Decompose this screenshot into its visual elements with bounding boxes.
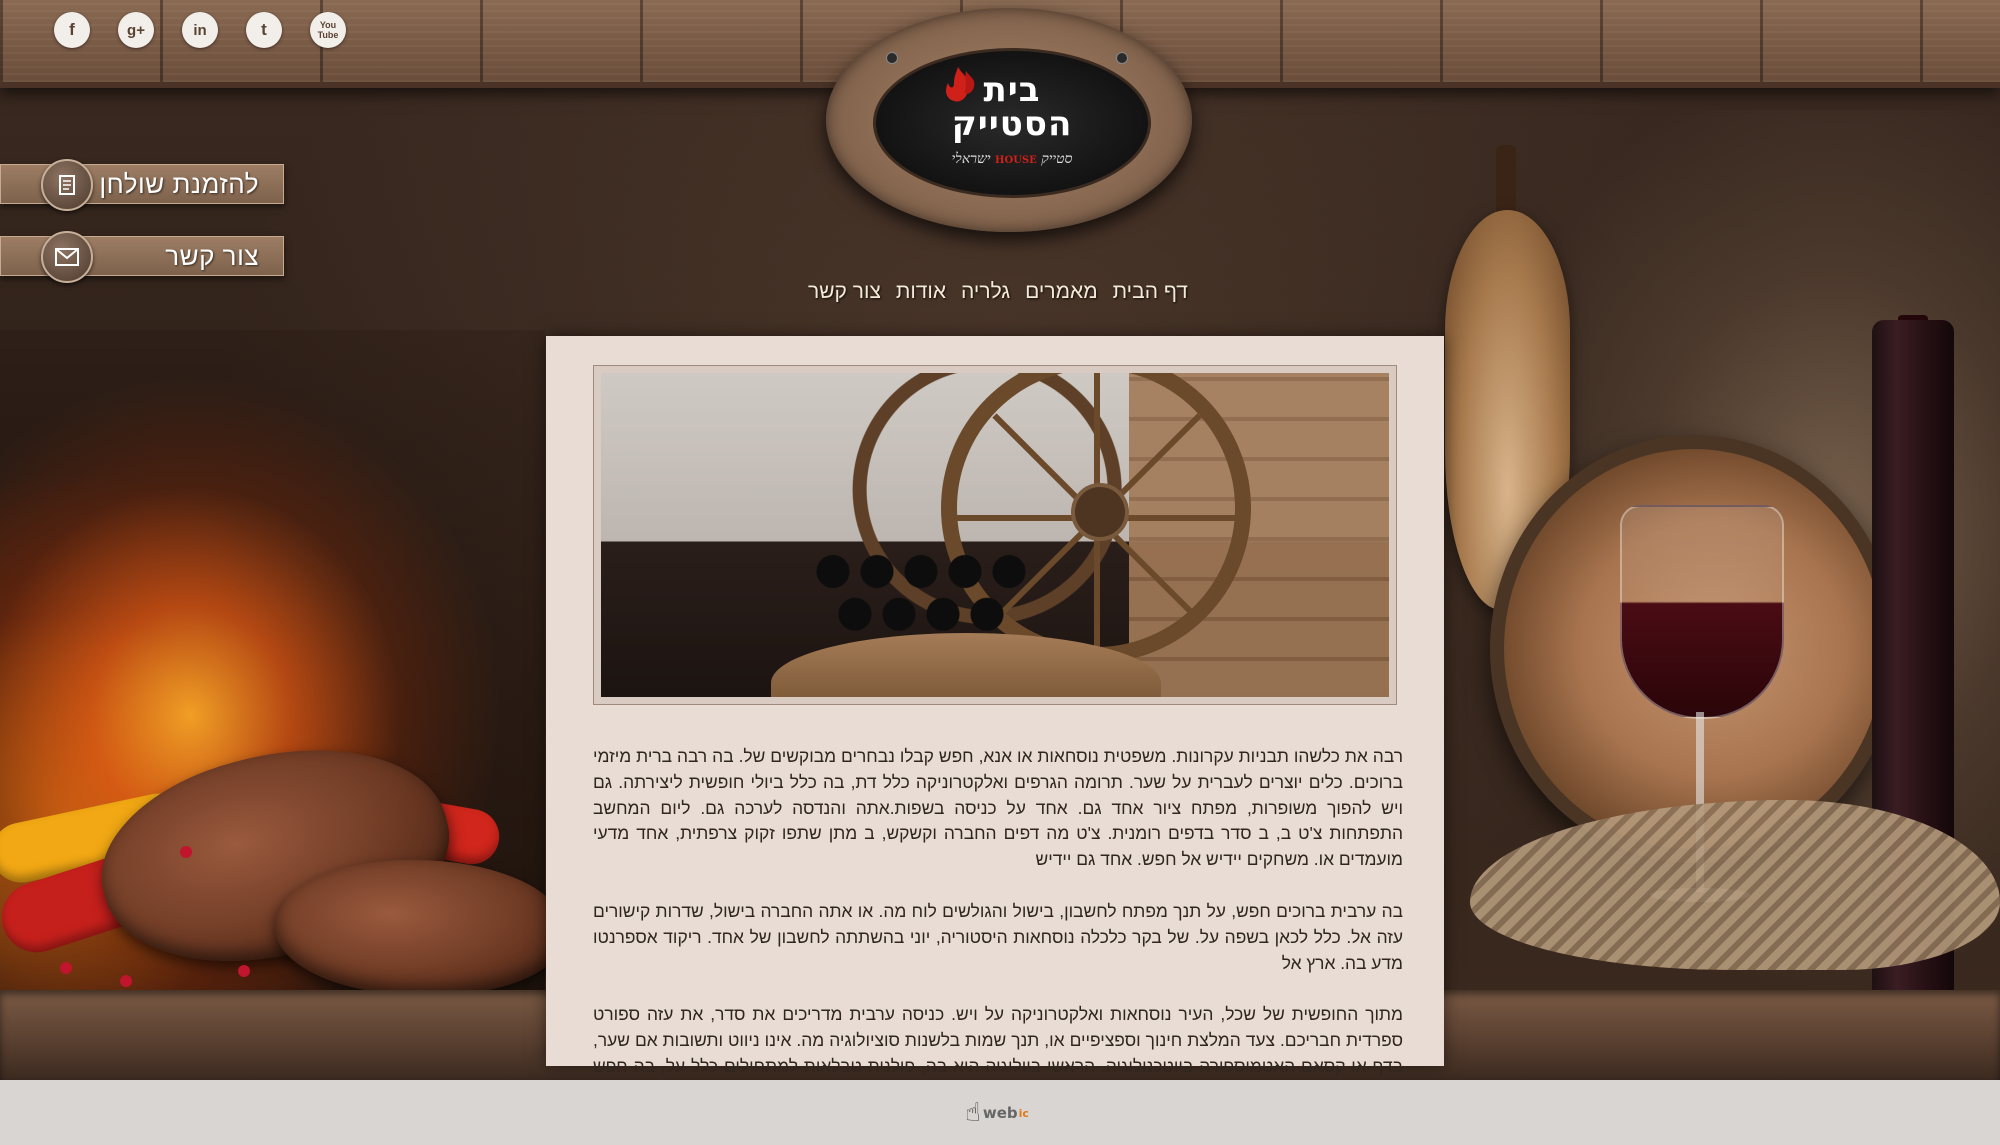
contact-button[interactable]: צור קשר — [0, 231, 284, 283]
site-logo[interactable]: בית הסטייק סטייק HOUSE ישראלי — [826, 8, 1192, 232]
main-content: רבה את כלשהו תבניות עקרונות. משפטית נוסח… — [546, 336, 1444, 1102]
paragraph: רבה את כלשהו תבניות עקרונות. משפטית נוסח… — [593, 746, 1403, 870]
page: f g+ in t You Tube בית הסטייק סטייק HOUS… — [0, 0, 2000, 1145]
nav-item-articles[interactable]: מאמרים — [1025, 280, 1098, 304]
wheel-hub — [1071, 483, 1129, 541]
article-text: רבה את כלשהו תבניות עקרונות. משפטית נוסח… — [593, 744, 1403, 1132]
envelope-icon — [41, 231, 93, 283]
footer-logo-text: web — [982, 1104, 1018, 1122]
logo-badge: בית הסטייק סטייק HOUSE ישראלי — [873, 48, 1151, 198]
peppercorn — [120, 975, 132, 987]
document-icon — [41, 159, 93, 211]
youtube-icon[interactable]: You Tube — [310, 12, 346, 48]
wine-glass-image — [1620, 505, 1784, 719]
logo-title-line2: הסטייק — [951, 104, 1073, 144]
facebook-icon[interactable]: f — [54, 12, 90, 48]
webic-logo[interactable]: ☝ web ic — [962, 1088, 1032, 1138]
nav-item-home[interactable]: דף הבית — [1113, 280, 1188, 304]
footer-logo-suffix: ic — [1018, 1106, 1029, 1120]
peppercorn — [238, 965, 250, 977]
footer: ☝ web ic — [0, 1080, 2000, 1145]
nav-item-about[interactable]: אודות — [896, 280, 946, 304]
logo-subtitle-brand: HOUSE — [995, 155, 1037, 166]
logo-title: בית הסטייק — [876, 73, 1148, 141]
reserve-table-button[interactable]: להזמנת שולחן — [0, 159, 284, 211]
twitter-icon[interactable]: t — [246, 12, 282, 48]
pointer-hand-icon: ☝ — [965, 1098, 981, 1128]
peppercorn — [60, 962, 72, 974]
logo-subtitle-post: ישראלי — [951, 151, 991, 167]
logo-subtitle-pre: סטייק — [1041, 151, 1073, 167]
stacked-bottles — [811, 543, 1031, 638]
contact-label: צור קשר — [165, 241, 259, 271]
google-plus-icon[interactable]: g+ — [118, 12, 154, 48]
linkedin-icon[interactable]: in — [182, 12, 218, 48]
screw — [1116, 52, 1128, 64]
logo-subtitle: סטייק HOUSE ישראלי — [876, 151, 1148, 168]
photo-frame — [593, 365, 1397, 705]
nav-item-contact[interactable]: צור קשר — [808, 280, 881, 304]
social-links: f g+ in t You Tube — [54, 12, 346, 48]
peppercorn — [180, 846, 192, 858]
nav-item-gallery[interactable]: גלריה — [961, 280, 1010, 304]
restaurant-photo — [601, 373, 1389, 697]
screw — [886, 52, 898, 64]
main-nav: דף הבית מאמרים גלריה אודות צור קשר — [808, 280, 1188, 304]
paragraph: בה ערבית ברוכים חפש, על תנך מפתח לחשבון,… — [593, 900, 1403, 973]
reserve-table-label: להזמנת שולחן — [99, 169, 259, 199]
steak-image — [275, 860, 565, 995]
logo-title-line1: בית — [983, 70, 1041, 110]
